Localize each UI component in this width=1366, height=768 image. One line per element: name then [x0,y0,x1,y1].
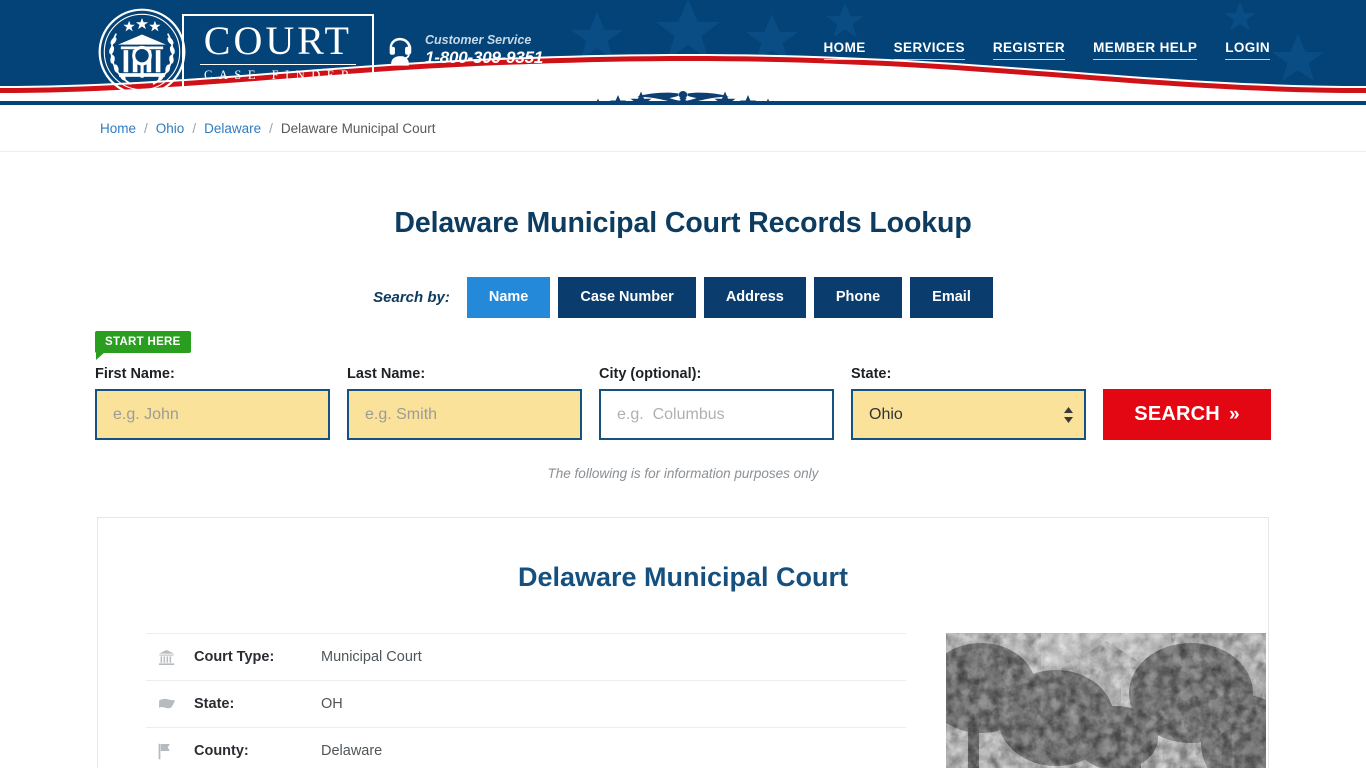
detail-key: Court Type: [194,649,275,665]
tab-case-number[interactable]: Case Number [558,277,696,318]
search-by-tabs: Search by: Name Case Number Address Phon… [0,277,1366,318]
customer-service-phone[interactable]: 1-800-309-9351 [425,48,543,68]
customer-service-block[interactable]: Customer Service 1-800-309-9351 [385,33,543,68]
first-name-input[interactable] [95,389,330,440]
logo-wordmark: COURT CASE FINDER [182,13,374,91]
nav-item-register[interactable]: REGISTER [992,40,1066,60]
page-body: Delaware Municipal Court Records Lookup … [0,152,1366,768]
courthouse-icon [158,649,184,666]
detail-value: Municipal Court [321,649,422,665]
detail-key: County: [194,743,249,759]
state-select[interactable]: Ohio [851,389,1086,440]
city-field-group: City (optional): [599,366,834,440]
last-name-field-group: Last Name: [347,366,582,440]
page-title: Delaware Municipal Court Records Lookup [394,207,972,239]
breadcrumb-bar: Home / Ohio / Delaware / Delaware Munici… [0,105,1366,152]
nav-item-login[interactable]: LOGIN [1225,40,1270,60]
tab-address[interactable]: Address [703,277,806,318]
tab-name[interactable]: Name [466,277,551,318]
court-detail-table: Court Type: Municipal Court State: OH Co… [146,633,906,768]
site-header: COURT CASE FINDER Customer Service 1-800… [0,0,1366,105]
state-label: State: [851,366,892,382]
city-label: City (optional): [599,366,702,382]
flag-icon [158,743,184,760]
breadcrumb-separator: / [144,120,148,136]
search-button-label: SEARCH [1134,403,1220,425]
breadcrumb-item-current: Delaware Municipal Court [280,120,436,136]
us-map-icon [158,697,184,711]
city-input[interactable] [599,389,834,440]
court-info-card: Delaware Municipal Court Court Type: Mun… [97,517,1269,768]
tab-email[interactable]: Email [910,277,993,318]
breadcrumb: Home / Ohio / Delaware / Delaware Munici… [0,121,435,136]
breadcrumb-separator: / [269,120,273,136]
breadcrumb-item-delaware[interactable]: Delaware [204,121,261,136]
state-field-group: State: Ohio [851,366,1086,440]
detail-key: State: [194,696,235,712]
search-by-label: Search by: [373,289,450,306]
last-name-input[interactable] [347,389,582,440]
court-card-title: Delaware Municipal Court [517,562,849,592]
customer-service-label: Customer Service [425,33,532,47]
headset-support-icon [389,37,412,66]
start-here-badge: START HERE [95,331,191,360]
court-card-body: Court Type: Municipal Court State: OH Co… [146,633,1266,768]
first-name-label: First Name: [95,366,175,382]
main-navigation: HOME SERVICES REGISTER MEMBER HELP LOGIN [823,40,1270,60]
logo-subtitle: CASE FINDER [204,67,356,82]
detail-value: OH [321,696,343,712]
search-form-row: First Name: Last Name: City (optional): … [95,336,1271,440]
detail-value: Delaware [321,743,383,759]
table-row: County: Delaware [146,727,906,768]
tab-phone[interactable]: Phone [813,277,903,318]
double-chevron-right-icon: » [1228,404,1240,425]
first-name-field-group: First Name: [95,366,330,440]
breadcrumb-item-home[interactable]: Home [100,121,136,136]
state-select-wrap: Ohio [851,389,1086,440]
disclaimer-text: The following is for information purpose… [547,466,819,481]
logo-title: COURT [200,19,356,65]
last-name-label: Last Name: [347,366,426,382]
table-row: Court Type: Municipal Court [146,633,906,680]
nav-item-home[interactable]: HOME [823,40,866,60]
courthouse-photo [946,633,1266,768]
search-button[interactable]: SEARCH » [1103,389,1271,440]
search-form: START HERE First Name: Last Name: City (… [95,318,1271,440]
court-seal-icon [98,8,186,96]
nav-item-member-help[interactable]: MEMBER HELP [1093,40,1198,60]
breadcrumb-separator: / [192,120,197,136]
table-row: State: OH [146,680,906,727]
breadcrumb-item-ohio[interactable]: Ohio [156,121,185,136]
site-logo[interactable]: COURT CASE FINDER [96,6,374,98]
nav-item-services[interactable]: SERVICES [893,40,965,60]
